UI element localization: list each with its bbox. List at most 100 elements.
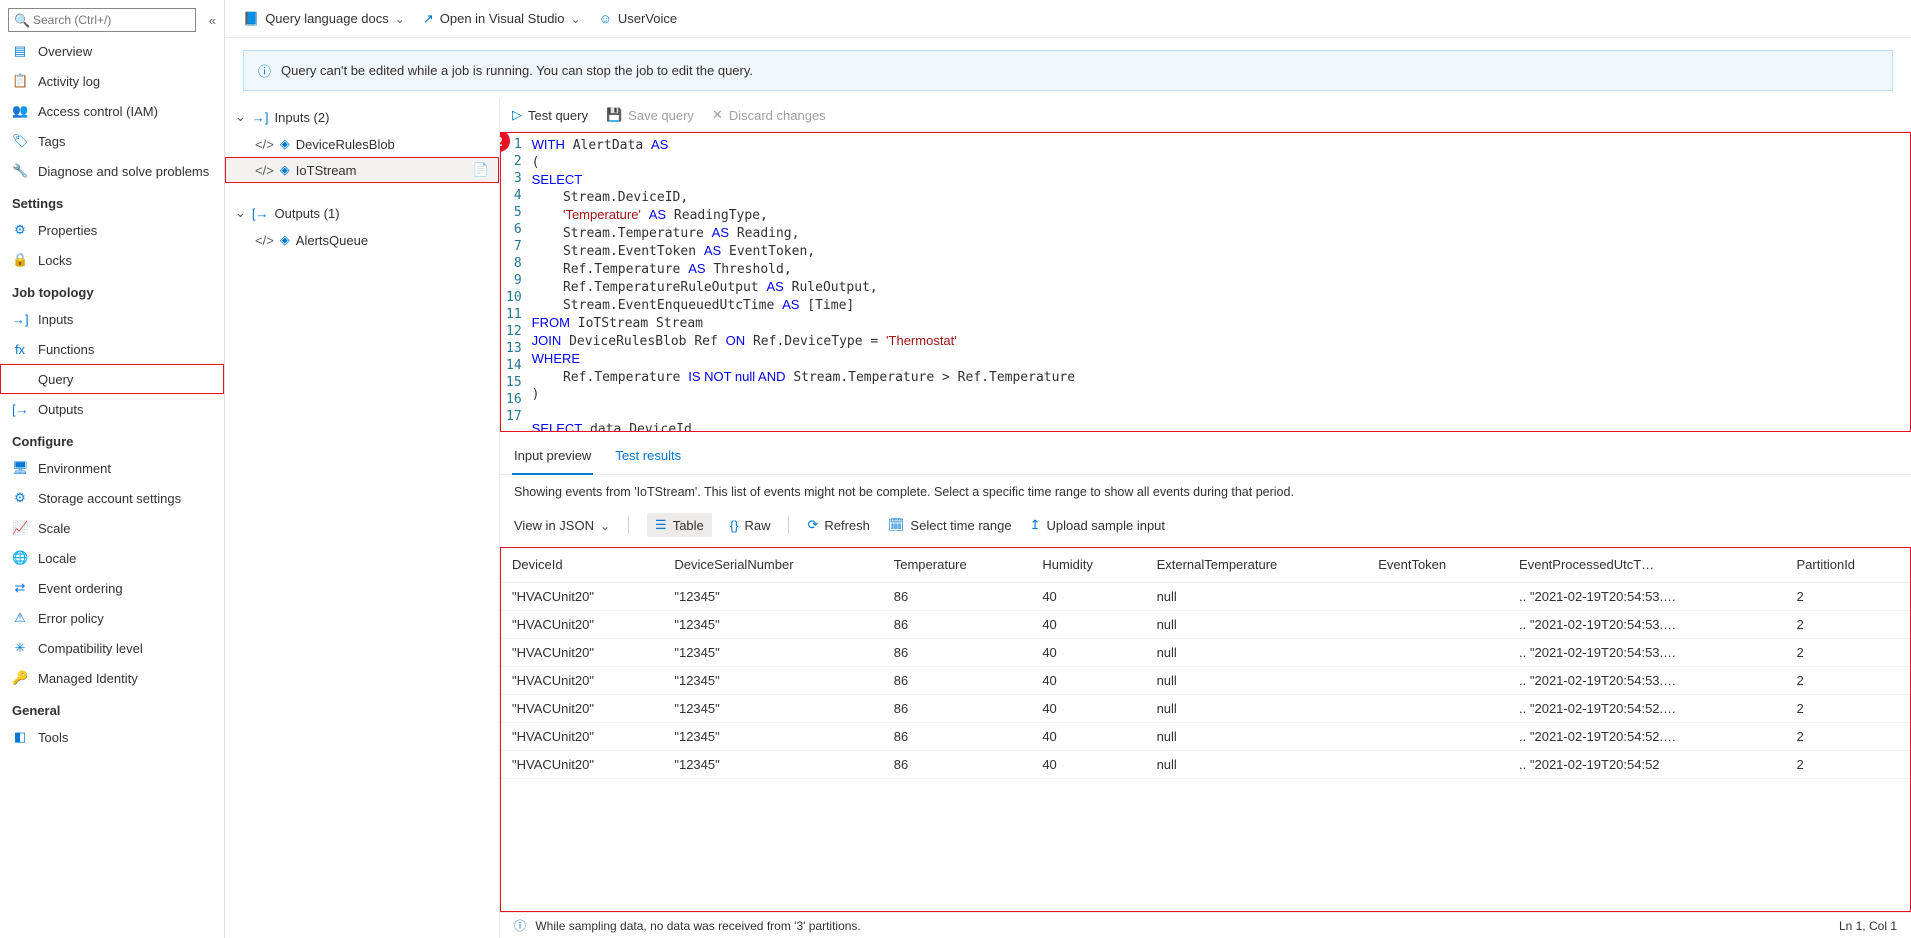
table-row[interactable]: "HVACUnit20""12345"8640null.. "2021-02-1… xyxy=(500,667,1911,695)
upload-button[interactable]: ↥ Upload sample input xyxy=(1030,517,1165,533)
col-deviceserialnumber[interactable]: DeviceSerialNumber xyxy=(662,547,881,583)
uservoice-link[interactable]: ☺ UserVoice xyxy=(599,11,678,26)
nav-item-inputs[interactable]: →] Inputs xyxy=(0,304,224,334)
search-input[interactable] xyxy=(8,8,196,32)
col-externaltemperature[interactable]: ExternalTemperature xyxy=(1145,547,1367,583)
code-icon: </> xyxy=(255,163,274,178)
nav-item-managed-identity[interactable]: 🔑Managed Identity xyxy=(0,663,224,693)
tab-input-preview[interactable]: Input preview xyxy=(512,438,593,475)
source-icon: ◈ xyxy=(280,162,290,178)
col-eventtoken[interactable]: EventToken xyxy=(1366,547,1507,583)
table-row[interactable]: "HVACUnit20""12345"8640null.. "2021-02-1… xyxy=(500,695,1911,723)
test-query-button[interactable]: ▷ Test query xyxy=(512,107,588,123)
separator xyxy=(788,516,789,534)
table-row[interactable]: "HVACUnit20""12345"8640null.. "2021-02-1… xyxy=(500,583,1911,611)
nav-icon: →] xyxy=(12,312,28,327)
refresh-button[interactable]: ⟳ Refresh xyxy=(807,517,869,533)
input-item-devicerulesblob[interactable]: </>◈DeviceRulesBlob xyxy=(225,131,499,157)
nav-item-outputs[interactable]: [→Outputs xyxy=(0,394,224,424)
table-row[interactable]: "HVACUnit20""12345"8640null.. "2021-02-1… xyxy=(500,723,1911,751)
collapse-icon[interactable]: « xyxy=(209,13,216,28)
table-cell: "12345" xyxy=(662,667,881,695)
table-cell xyxy=(1366,751,1507,779)
output-item-alertsqueue[interactable]: </>◈AlertsQueue xyxy=(225,227,499,253)
input-item-iotstream[interactable]: </>◈IoTStream📄 xyxy=(225,157,499,183)
table-cell: "12345" xyxy=(662,695,881,723)
nav-label: Inputs xyxy=(38,312,73,327)
open-vs-link[interactable]: ↗ Open in Visual Studio xyxy=(423,11,581,27)
col-partitionid[interactable]: PartitionId xyxy=(1785,547,1911,583)
nav-item-query[interactable]: Query xyxy=(0,364,224,394)
nav-item-diagnose-and-solve-problems[interactable]: 🔧Diagnose and solve problems xyxy=(0,156,224,186)
nav-item-activity-log[interactable]: 📋Activity log xyxy=(0,66,224,96)
json-label: View in JSON xyxy=(514,518,594,533)
result-tabs: Input preview Test results xyxy=(500,438,1911,475)
table-cell: .. "2021-02-19T20:54:53.… xyxy=(1507,639,1784,667)
results-table: DeviceIdDeviceSerialNumberTemperatureHum… xyxy=(500,547,1911,779)
table-cell: .. "2021-02-19T20:54:52.… xyxy=(1507,695,1784,723)
col-humidity[interactable]: Humidity xyxy=(1030,547,1144,583)
nav-item-functions[interactable]: fxFunctions xyxy=(0,334,224,364)
results-table-wrap: 1 DeviceIdDeviceSerialNumberTemperatureH… xyxy=(500,547,1911,912)
table-cell: 40 xyxy=(1030,723,1144,751)
nav-icon: ◧ xyxy=(12,729,28,745)
table-cell: .. "2021-02-19T20:54:53.… xyxy=(1507,667,1784,695)
chevron-down-icon xyxy=(395,11,405,26)
preview-description: Showing events from 'IoTStream'. This li… xyxy=(500,475,1911,509)
table-cell xyxy=(1366,611,1507,639)
inputs-label: Inputs (2) xyxy=(275,110,330,125)
table-body: "HVACUnit20""12345"8640null.. "2021-02-1… xyxy=(500,583,1911,779)
table-cell: null xyxy=(1145,695,1367,723)
nav-icon: 🌐 xyxy=(12,550,28,566)
table-cell: .. "2021-02-19T20:54:53.… xyxy=(1507,611,1784,639)
nav-item-error-policy[interactable]: ⚠Error policy xyxy=(0,603,224,633)
table-cell: "12345" xyxy=(662,723,881,751)
time-range-button[interactable]: 🗓 Select time range xyxy=(888,517,1012,533)
nav-item-scale[interactable]: 📈Scale xyxy=(0,513,224,543)
table-row[interactable]: "HVACUnit20""12345"8640null.. "2021-02-1… xyxy=(500,751,1911,779)
nav-item-properties[interactable]: ⚙Properties xyxy=(0,215,224,245)
info-icon: ⓘ xyxy=(514,919,526,933)
table-cell: null xyxy=(1145,611,1367,639)
save-query-button: 💾 Save query xyxy=(606,107,694,123)
table-cell: 86 xyxy=(882,583,1031,611)
col-deviceid[interactable]: DeviceId xyxy=(500,547,662,583)
table-cell: .. "2021-02-19T20:54:52 xyxy=(1507,751,1784,779)
nav-item-access-control-iam-[interactable]: 👥Access control (IAM) xyxy=(0,96,224,126)
uv-label: UserVoice xyxy=(618,11,677,26)
nav-item-environment[interactable]: 🖥Environment xyxy=(0,453,224,483)
table-cell: "HVACUnit20" xyxy=(500,583,662,611)
nav-item-locale[interactable]: 🌐 Locale xyxy=(0,543,224,573)
query-docs-link[interactable]: 📘 Query language docs xyxy=(243,11,405,27)
nav-label: Tools xyxy=(38,730,68,745)
nav-item-overview[interactable]: ▤Overview xyxy=(0,36,224,66)
discard-label: Discard changes xyxy=(729,108,826,123)
nav-label: Functions xyxy=(38,342,94,357)
outputs-header[interactable]: ⌄ [→ Outputs (1) xyxy=(225,199,499,227)
nav-item-compatibility-level[interactable]: ✳Compatibility level xyxy=(0,633,224,663)
nav-item-tools[interactable]: ◧ Tools xyxy=(0,722,224,752)
table-row[interactable]: "HVACUnit20""12345"8640null.. "2021-02-1… xyxy=(500,611,1911,639)
nav-label: Locale xyxy=(38,551,76,566)
view-json-button[interactable]: View in JSON xyxy=(514,518,610,533)
tab-test-results[interactable]: Test results xyxy=(613,438,683,474)
test-label: Test query xyxy=(528,108,588,123)
col-eventprocessedutct-[interactable]: EventProcessedUtcT… xyxy=(1507,547,1784,583)
nav-item-tags[interactable]: 🏷Tags xyxy=(0,126,224,156)
nav-item-storage-account-settings[interactable]: ⚙Storage account settings xyxy=(0,483,224,513)
code-content[interactable]: WITH AlertData AS ( SELECT Stream.Device… xyxy=(532,132,1911,432)
col-temperature[interactable]: Temperature xyxy=(882,547,1031,583)
table-row[interactable]: "HVACUnit20""12345"8640null.. "2021-02-1… xyxy=(500,639,1911,667)
view-raw-button[interactable]: {} Raw xyxy=(730,518,771,533)
nav-item-locks[interactable]: 🔒Locks xyxy=(0,245,224,275)
view-table-button[interactable]: ☰ Table xyxy=(647,513,712,537)
nav-item-event-ordering[interactable]: ⇄Event ordering xyxy=(0,573,224,603)
line-gutter: 1234567891011121314151617 xyxy=(500,132,532,432)
open-external-icon: ↗ xyxy=(423,11,434,27)
table-cell: null xyxy=(1145,751,1367,779)
nav-label: Managed Identity xyxy=(38,671,138,686)
inputs-header[interactable]: ⌄ →] Inputs (2) xyxy=(225,103,499,131)
nav-label: Diagnose and solve problems xyxy=(38,164,209,179)
code-editor[interactable]: 2 1234567891011121314151617 WITH AlertDa… xyxy=(500,132,1911,432)
caret-down-icon: ⌄ xyxy=(235,205,246,221)
